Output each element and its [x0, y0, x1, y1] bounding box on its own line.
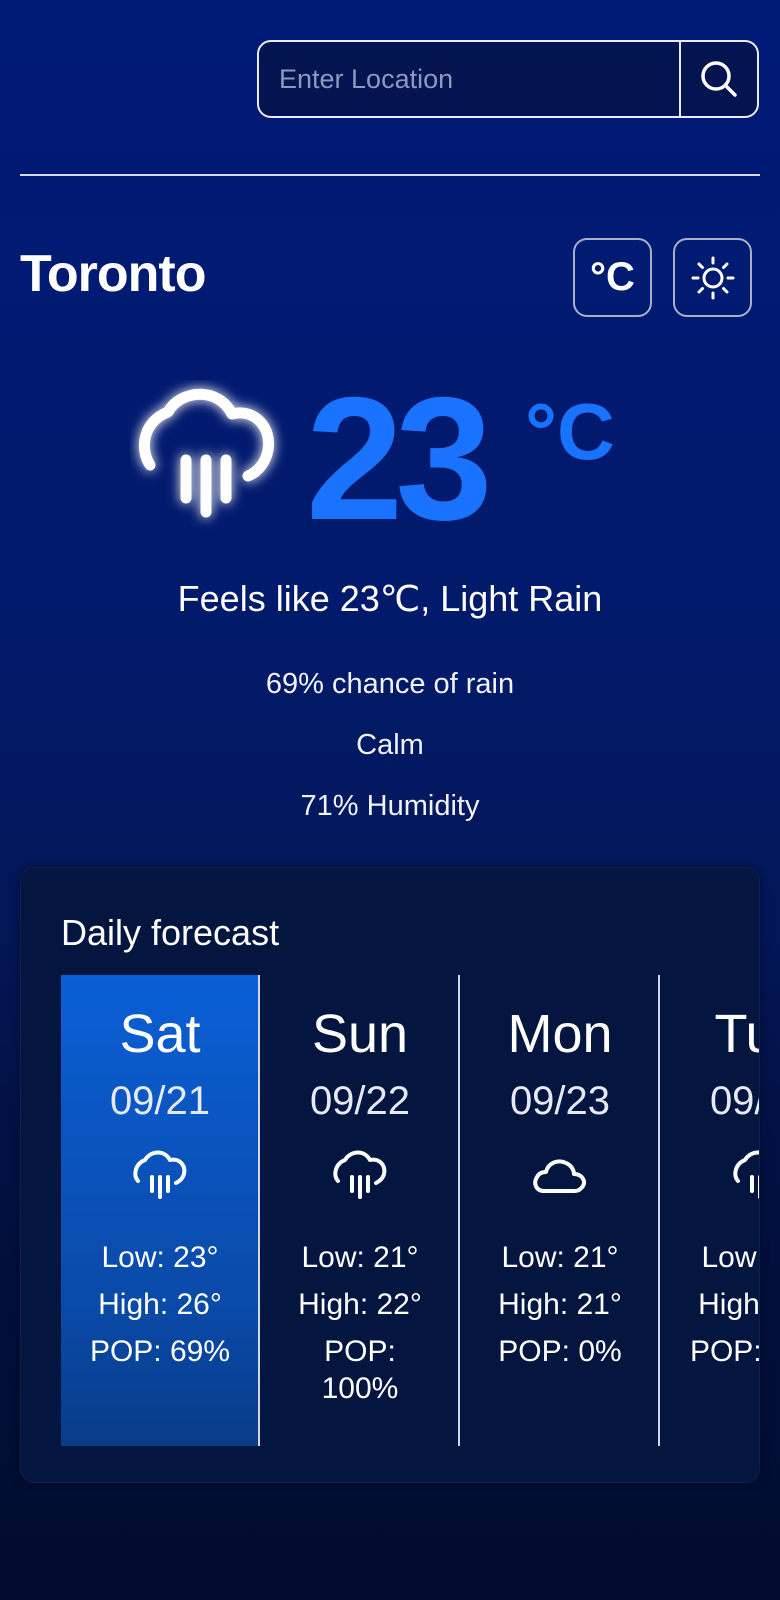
cloud-rain-icon [733, 1150, 759, 1199]
day-pop: POP: 100% [321, 1335, 399, 1405]
wind-text: Calm [356, 729, 424, 761]
day-pop: POP: 0% [498, 1335, 622, 1368]
day-high: High: 22° [298, 1288, 422, 1321]
location-search-bar [257, 40, 759, 118]
sun-icon [691, 256, 734, 299]
cloud-rain-icon [333, 1150, 387, 1199]
day-date: 09/23 [509, 1079, 611, 1123]
day-date: 09/21 [109, 1079, 211, 1123]
day-date: 09/22 [309, 1079, 411, 1123]
day-high: High: 22° [698, 1288, 760, 1321]
day-high: High: 26° [98, 1288, 222, 1321]
search-button[interactable] [679, 42, 757, 116]
day-low: Low: 21° [501, 1241, 619, 1274]
day-name: Tue [714, 1004, 759, 1064]
day-name: Sat [119, 1004, 201, 1064]
header-divider [20, 174, 760, 176]
day-pop: POP: 40% [689, 1335, 760, 1368]
day-name: Sun [311, 1004, 409, 1064]
daily-forecast-card: Daily forecast Sat 09/21 Low: 23° High: … [20, 867, 760, 1483]
day-low: Low: 20° [701, 1241, 760, 1274]
forecast-day[interactable]: Tue 09/24 Low: 20° High: 22° POP: 40% [661, 975, 760, 1446]
cloud-rain-icon [133, 1150, 187, 1199]
theme-toggle-button[interactable] [673, 238, 752, 317]
rain-chance-text: 69% chance of rain [265, 668, 515, 700]
day-low: Low: 21° [301, 1241, 419, 1274]
day-pop: POP: 69% [89, 1335, 231, 1368]
cloud-rain-icon [138, 388, 275, 518]
day-low: Low: 23° [101, 1241, 219, 1274]
feels-like-text: Feels like 23℃, Light Rain [177, 578, 603, 619]
temperature-unit: °C [525, 387, 615, 476]
location-search-input[interactable] [259, 42, 679, 116]
forecast-day[interactable]: Sun 09/22 Low: 21° High: 22° POP: 100% [261, 975, 460, 1446]
day-high: High: 21° [498, 1288, 622, 1321]
city-name: Toronto [20, 245, 207, 303]
forecast-day[interactable]: Mon 09/23 Low: 21° High: 21° POP: 0% [461, 975, 660, 1446]
humidity-text: 71% Humidity [300, 790, 480, 822]
cloud-icon [533, 1159, 586, 1193]
unit-toggle-button[interactable]: °C [573, 238, 652, 317]
forecast-day[interactable]: Sat 09/21 Low: 23° High: 26° POP: 69% [61, 975, 260, 1446]
forecast-title: Daily forecast [61, 912, 280, 953]
day-name: Mon [507, 1004, 613, 1064]
search-icon [701, 61, 737, 97]
day-date: 09/24 [709, 1079, 759, 1123]
current-temperature: 23 [306, 362, 493, 557]
